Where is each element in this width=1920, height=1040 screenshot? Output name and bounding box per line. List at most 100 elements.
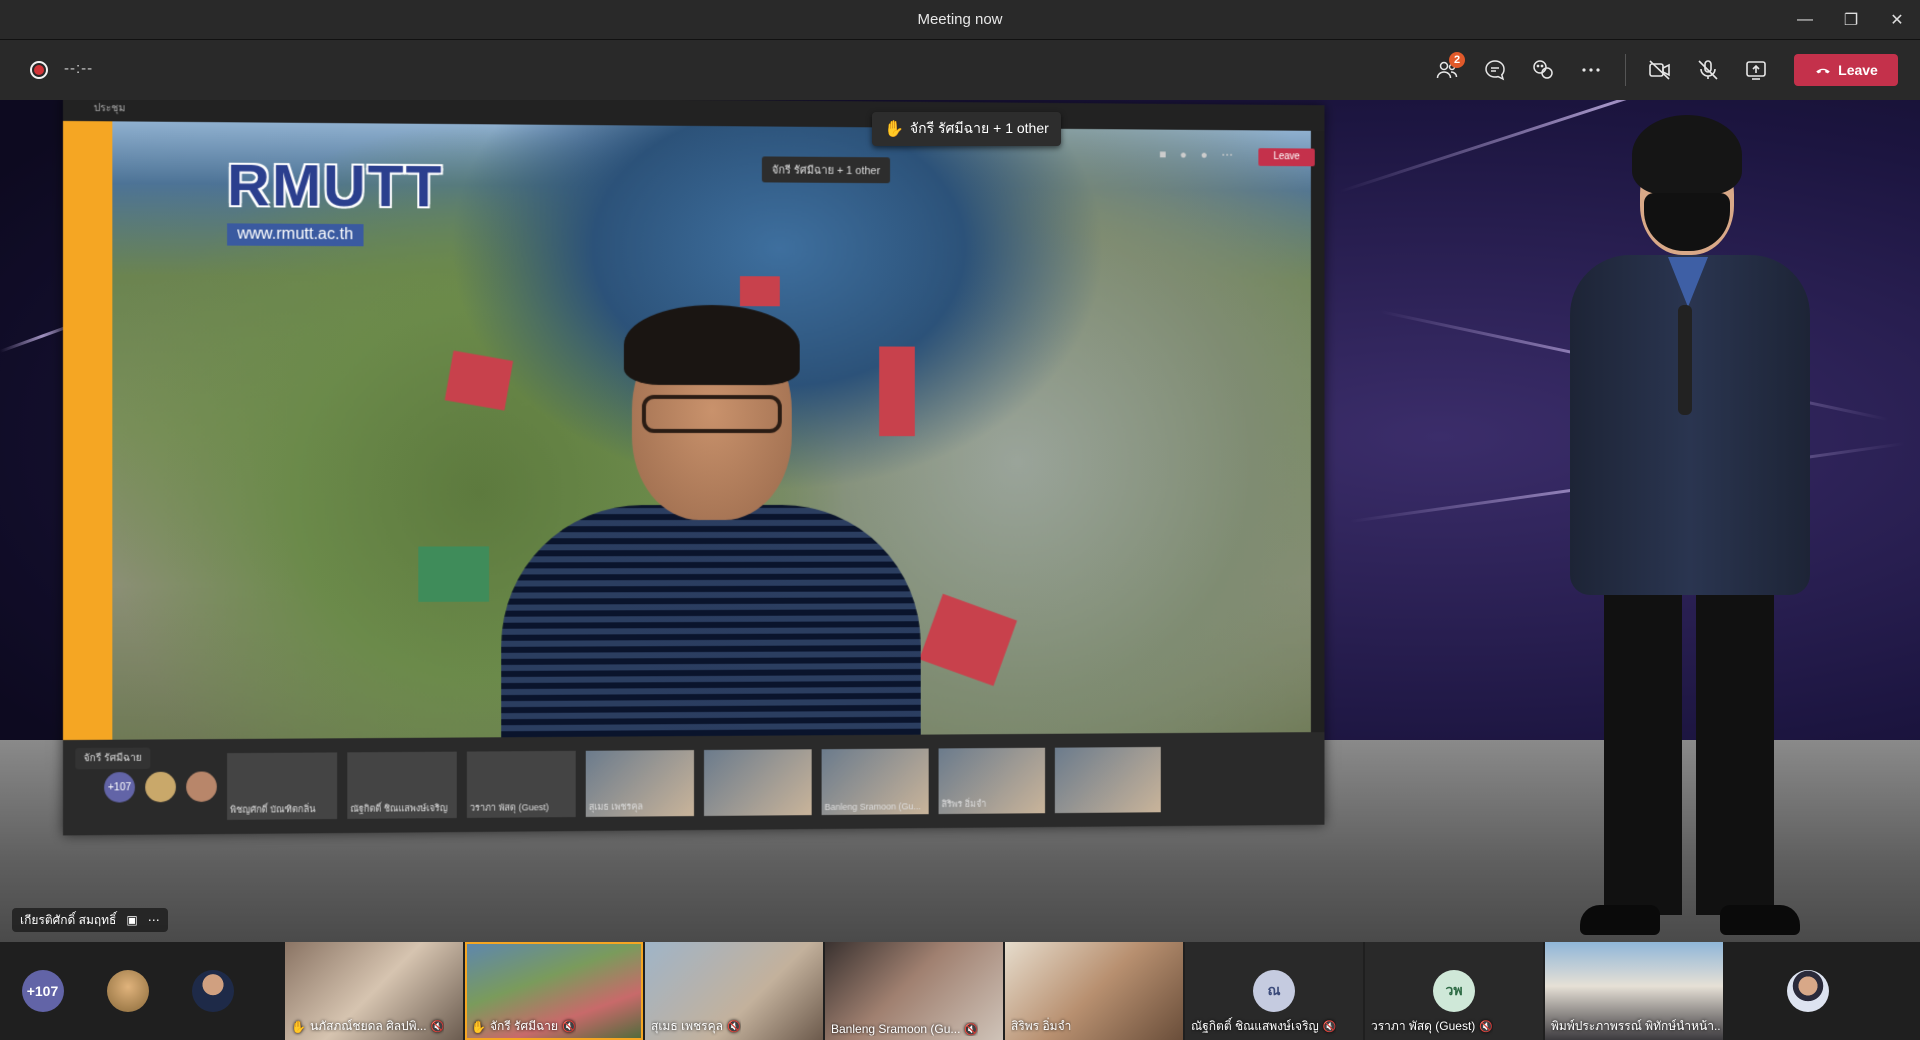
rmutt-logo-subtitle: www.rmutt.ac.th xyxy=(227,223,363,246)
mic-off-icon: 🔇 xyxy=(727,1020,741,1033)
participant-tile[interactable]: สิริพร อิ่มจำ xyxy=(1005,942,1183,1040)
participant-name-label: ณัฐกิตติ์ ชิณแสพงษ์เจริญ 🔇 xyxy=(1191,1017,1336,1036)
inner-participant-strip: +107 พิชญศักดิ์ บัณฑิตกลิ่น ณัฐกิตติ์ ชิ… xyxy=(63,732,1325,835)
participants-button[interactable]: 2 xyxy=(1423,50,1471,90)
chat-icon xyxy=(1483,58,1507,82)
presenter-hair xyxy=(1632,115,1742,195)
participant-name-label: ✋ จักรี รัศมีฉาย 🔇 xyxy=(471,1017,576,1036)
participant-avatar xyxy=(1787,970,1829,1012)
inner-tile xyxy=(1055,747,1161,813)
participant-tile-active[interactable]: ✋ จักรี รัศมีฉาย 🔇 xyxy=(465,942,643,1040)
participant-name-label: พิมพ์ประภาพรรณ์ พิทักษ์นำหน้า... xyxy=(1551,1017,1721,1036)
raised-hand-icon: ✋ xyxy=(471,1020,486,1034)
inner-tile: สิริพร อิ่มจำ xyxy=(939,748,1045,814)
camera-off-icon xyxy=(1648,58,1672,82)
participant-name-label: Banleng Sramoon (Gu... 🔇 xyxy=(831,1022,978,1036)
raised-hand-toast[interactable]: ✋ จักรี รัศมีฉาย + 1 other xyxy=(872,112,1061,146)
participant-initials-avatar: วพ xyxy=(1433,970,1475,1012)
presenter-shoe xyxy=(1720,905,1800,935)
more-actions-button[interactable] xyxy=(1567,50,1615,90)
inner-avatar xyxy=(186,771,217,802)
participant-avatar-slot[interactable] xyxy=(1765,942,1850,1040)
inner-overflow-count: +107 xyxy=(104,772,135,803)
chat-button[interactable] xyxy=(1471,50,1519,90)
presenter-legs xyxy=(1604,585,1774,915)
participant-name-label: สิริพร อิ่มจำ xyxy=(1011,1017,1071,1036)
restore-icon[interactable]: ❐ xyxy=(1828,0,1874,40)
participant-avatar-slot[interactable] xyxy=(170,942,255,1040)
hang-up-icon xyxy=(1814,61,1832,79)
raised-hand-icon: ✋ xyxy=(884,119,904,139)
participant-name-label: วราภา พัสดุ (Guest) 🔇 xyxy=(1371,1017,1493,1036)
speaker-shirt xyxy=(501,505,921,737)
share-screen-button[interactable] xyxy=(1732,50,1780,90)
inner-tile: พิชญศักดิ์ บัณฑิตกลิ่น xyxy=(227,752,337,819)
inner-raised-hand-toast: จักรี รัศมีฉาย + 1 other xyxy=(762,156,890,183)
participant-tile[interactable]: สุเมธ เพชรคุล 🔇 xyxy=(645,942,823,1040)
inner-tile: ณัฐกิตติ์ ชิณแสพงษ์เจริญ xyxy=(347,752,456,819)
leave-button[interactable]: Leave xyxy=(1794,54,1898,86)
inner-avatar xyxy=(145,772,176,803)
leave-label: Leave xyxy=(1838,62,1878,78)
participant-tile[interactable]: ณ ณัฐกิตติ์ ชิณแสพงษ์เจริญ 🔇 xyxy=(1185,942,1363,1040)
toolbar-divider xyxy=(1625,54,1626,86)
participant-initials-avatar: ณ xyxy=(1253,970,1295,1012)
window-title: Meeting now xyxy=(917,11,1002,28)
participant-tile[interactable]: วพ วราภา พัสดุ (Guest) 🔇 xyxy=(1365,942,1543,1040)
speaker-glasses xyxy=(642,395,782,433)
speaker-video xyxy=(501,299,921,737)
reactions-button[interactable] xyxy=(1519,50,1567,90)
pin-icon[interactable]: ▣ xyxy=(126,913,137,927)
shared-screen[interactable]: ประชุม RMUTT www.rmutt.ac.th จักรี รัศมี… xyxy=(63,100,1325,835)
overflow-slot[interactable]: +107 xyxy=(0,942,85,1040)
spotlight-name-tag[interactable]: เกียรติศักดิ์ สมฤทธิ์ ▣ ⋯ xyxy=(12,908,168,932)
participant-avatar xyxy=(192,970,234,1012)
mic-off-icon: 🔇 xyxy=(964,1023,978,1036)
inner-tile: วราภา พัสดุ (Guest) xyxy=(467,751,576,818)
speaker-hair xyxy=(624,305,800,385)
campus-building xyxy=(919,594,1017,686)
minimize-icon[interactable]: — xyxy=(1782,0,1828,40)
rmutt-logo-text: RMUTT xyxy=(227,152,443,221)
close-icon[interactable]: ✕ xyxy=(1874,0,1920,40)
participant-tile[interactable]: Banleng Sramoon (Gu... 🔇 xyxy=(825,942,1003,1040)
inner-leave-button: Leave xyxy=(1258,148,1314,166)
shared-screen-accent-bar xyxy=(63,121,112,740)
participant-tile[interactable]: ✋ นภัสภณ์ชยดล ศิลปพิ... 🔇 xyxy=(285,942,463,1040)
more-icon xyxy=(1579,58,1603,82)
camera-toggle-button[interactable] xyxy=(1636,50,1684,90)
inner-name-tag: จักรี รัศมีฉาย xyxy=(75,748,150,770)
participants-badge: 2 xyxy=(1449,52,1465,68)
window-controls: — ❐ ✕ xyxy=(1782,0,1920,40)
meeting-timer: --:-- xyxy=(64,60,93,77)
mic-off-icon: 🔇 xyxy=(562,1020,576,1033)
reactions-icon xyxy=(1531,58,1555,82)
inner-tile: สุเมธ เพชรคุล xyxy=(586,750,694,817)
toolbar-actions: 2 Leave xyxy=(1423,50,1898,90)
participant-avatar-slot[interactable] xyxy=(85,942,170,1040)
presenter-video xyxy=(1540,115,1840,942)
mic-off-icon: 🔇 xyxy=(1479,1020,1493,1033)
spotlight-name: เกียรติศักดิ์ สมฤทธิ์ xyxy=(20,911,116,930)
name-tag-more-icon[interactable]: ⋯ xyxy=(148,913,160,927)
presenter-shoe xyxy=(1580,905,1660,935)
share-icon xyxy=(1744,58,1768,82)
participant-tile[interactable]: พิมพ์ประภาพรรณ์ พิทักษ์นำหน้า... xyxy=(1545,942,1723,1040)
raised-hand-text: จักรี รัศมีฉาย + 1 other xyxy=(910,118,1049,140)
participant-name-label: ✋ นภัสภณ์ชยดล ศิลปพิ... 🔇 xyxy=(291,1017,444,1036)
overflow-count: +107 xyxy=(22,970,64,1012)
mic-toggle-button[interactable] xyxy=(1684,50,1732,90)
title-bar: Meeting now — ❐ ✕ xyxy=(0,0,1920,40)
participant-name-label: สุเมธ เพชรคุล 🔇 xyxy=(651,1017,741,1036)
recording-indicator-icon xyxy=(30,61,48,79)
mic-off-icon: 🔇 xyxy=(1323,1020,1337,1033)
inner-tile xyxy=(704,749,812,816)
raised-hand-icon: ✋ xyxy=(291,1020,306,1034)
inner-tile: Banleng Sramoon (Gu... xyxy=(822,749,929,816)
mic-off-icon: 🔇 xyxy=(431,1020,445,1033)
campus-building xyxy=(418,546,489,601)
meeting-toolbar: --:-- 2 Leave xyxy=(0,40,1920,100)
meeting-stage: ประชุม RMUTT www.rmutt.ac.th จักรี รัศมี… xyxy=(0,100,1920,942)
microphone-icon xyxy=(1678,305,1692,415)
mic-off-icon xyxy=(1696,58,1720,82)
